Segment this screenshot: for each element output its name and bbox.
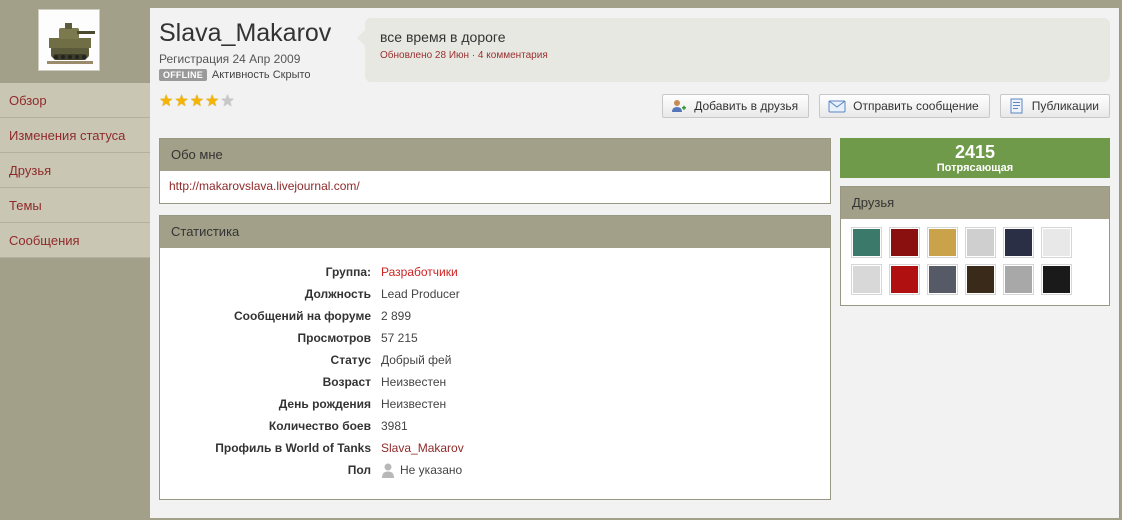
star-filled-icon: ★: [159, 93, 174, 110]
stat-row-posts: Сообщений на форуме 2 899: [160, 305, 830, 327]
friends-title: Друзья: [841, 187, 1109, 219]
friends-grid: [841, 219, 1109, 303]
stat-row-status: Статус Добрый фей: [160, 349, 830, 371]
wot-profile-link[interactable]: Slava_Makarov: [371, 441, 464, 455]
stat-label: Сообщений на форуме: [233, 309, 371, 323]
stat-row-birthday: День рождения Неизвестен: [160, 393, 830, 415]
profile-nav: Обзор Изменения статуса Друзья Темы Сооб…: [0, 83, 150, 258]
star-filled-icon: ★: [174, 93, 189, 110]
online-status: OFFLINE Активность Скрыто: [159, 69, 311, 81]
publications-button[interactable]: Публикации: [999, 94, 1110, 118]
stats-title: Статистика: [160, 216, 830, 248]
friend-avatar[interactable]: [1041, 264, 1072, 295]
friend-avatar[interactable]: [851, 264, 882, 295]
friend-avatar[interactable]: [1003, 227, 1034, 258]
stat-value: Неизвестен: [381, 397, 447, 411]
stat-label: Профиль в World of Tanks: [215, 441, 371, 455]
stat-value: 3981: [381, 419, 408, 433]
stat-row-battles: Количество боев 3981: [160, 415, 830, 437]
profile-actions: Добавить в друзья Отправить сообщение Пу…: [662, 94, 1110, 118]
document-icon: [1010, 98, 1023, 114]
stat-value: 57 215: [381, 331, 418, 345]
reputation-box: 2415 Потрясающая: [840, 138, 1110, 178]
status-update: все время в дороге Обновлено 28 Июн · 4 …: [357, 18, 1110, 82]
stat-label: Статус: [330, 353, 371, 367]
stat-label: Возраст: [322, 375, 371, 389]
join-date: Регистрация 24 Апр 2009: [159, 52, 301, 66]
stat-row-views: Просмотров 57 215: [160, 327, 830, 349]
avatar[interactable]: [38, 9, 100, 71]
stat-row-age: Возраст Неизвестен: [160, 371, 830, 393]
star-filled-icon: ★: [189, 93, 205, 110]
status-meta-link[interactable]: Обновлено 28 Июн · 4 комментария: [380, 50, 1095, 61]
stat-label: Группа:: [325, 265, 371, 279]
add-friend-icon: [672, 100, 687, 112]
about-title: Обо мне: [160, 139, 830, 171]
nav-item-status-changes[interactable]: Изменения статуса: [0, 118, 150, 153]
send-message-label: Отправить сообщение: [853, 99, 979, 113]
stat-value: Неизвестен: [381, 375, 447, 389]
tank-avatar-icon: [39, 10, 99, 70]
friend-avatar[interactable]: [965, 227, 996, 258]
friend-avatar[interactable]: [927, 264, 958, 295]
add-friend-label: Добавить в друзья: [694, 99, 799, 113]
stat-row-group: Группа: Разработчики: [160, 261, 830, 283]
gender-unknown-icon: [382, 463, 394, 478]
stat-label: Просмотров: [297, 331, 371, 345]
profile-sidebar: Обзор Изменения статуса Друзья Темы Сооб…: [0, 0, 150, 520]
friend-avatar[interactable]: [1041, 227, 1072, 258]
envelope-icon: [828, 100, 846, 113]
publications-label: Публикации: [1031, 99, 1099, 113]
about-link[interactable]: http://makarovslava.livejournal.com/: [160, 171, 830, 201]
friend-avatar[interactable]: [889, 264, 920, 295]
stat-label: Количество боев: [268, 419, 371, 433]
nav-item-friends[interactable]: Друзья: [0, 153, 150, 188]
friend-avatar[interactable]: [889, 227, 920, 258]
stat-label: День рождения: [278, 397, 371, 411]
reputation-value: 2415: [954, 142, 996, 162]
stat-value: Lead Producer: [381, 287, 460, 301]
gender-value: Не указано: [400, 463, 463, 477]
stats-table: Группа: Разработчики Должность Lead Prod…: [160, 261, 830, 481]
stat-row-position: Должность Lead Producer: [160, 283, 830, 305]
offline-badge: OFFLINE: [159, 69, 207, 81]
friend-avatar[interactable]: [1003, 264, 1034, 295]
friend-avatar[interactable]: [965, 264, 996, 295]
profile-main: Slava_Makarov Регистрация 24 Апр 2009 OF…: [150, 8, 1120, 518]
stat-label: Пол: [347, 463, 371, 477]
stat-value: Не указано: [371, 462, 462, 478]
friend-avatar[interactable]: [927, 227, 958, 258]
activity-text: Активность Скрыто: [211, 69, 311, 81]
stats-panel: Статистика Группа: Разработчики Должност…: [159, 215, 831, 500]
send-message-button[interactable]: Отправить сообщение: [819, 94, 990, 118]
star-empty-icon: ★: [220, 93, 235, 110]
nav-item-topics[interactable]: Темы: [0, 188, 150, 223]
stat-label: Должность: [304, 287, 371, 301]
group-link[interactable]: Разработчики: [371, 265, 458, 279]
stat-row-wot-profile: Профиль в World of Tanks Slava_Makarov: [160, 437, 830, 459]
rating-stars: ★ ★ ★ ★ ★: [159, 94, 235, 110]
nav-item-overview[interactable]: Обзор: [0, 83, 150, 118]
stat-row-gender: Пол Не указано: [160, 459, 830, 481]
friend-avatar[interactable]: [851, 227, 882, 258]
star-filled-icon: ★: [205, 93, 220, 110]
about-panel: Обо мне http://makarovslava.livejournal.…: [159, 138, 831, 204]
username-heading: Slava_Makarov: [159, 19, 332, 47]
nav-item-posts[interactable]: Сообщения: [0, 223, 150, 258]
status-text: все время в дороге: [380, 29, 506, 45]
stat-value: 2 899: [381, 309, 412, 323]
reputation-label: Потрясающая: [936, 162, 1014, 174]
stat-value: Добрый фей: [381, 353, 452, 367]
add-friend-button[interactable]: Добавить в друзья: [662, 94, 810, 118]
friends-panel: Друзья: [840, 186, 1110, 306]
